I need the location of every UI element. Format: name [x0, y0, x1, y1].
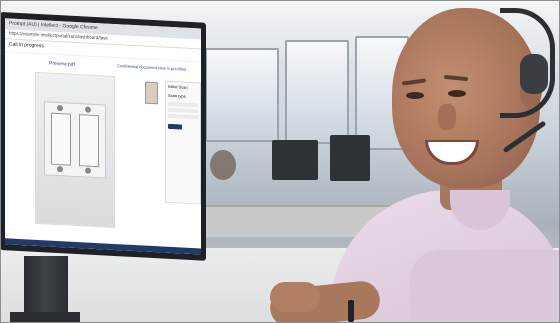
window [285, 40, 349, 144]
screw [57, 104, 63, 112]
monitor-screen: Prompt (AU) | Intellect - Google Chrome … [5, 18, 201, 255]
form-field[interactable] [168, 113, 198, 120]
side-panel-tab[interactable]: Scan type [166, 91, 200, 102]
monitor-stand [24, 256, 68, 318]
light-switch [51, 112, 71, 166]
background-monitor [272, 140, 318, 180]
monitor-stand-base [10, 312, 80, 323]
light-switch [79, 114, 99, 168]
wall-plate-photo [44, 101, 106, 179]
headset-ear-cup [520, 54, 548, 94]
eye [406, 92, 424, 99]
page-body: Preview.pdf Confidential document view i… [5, 52, 201, 232]
hand [270, 282, 320, 312]
bracelet [348, 300, 354, 322]
background-monitor [330, 135, 370, 181]
screw [85, 106, 91, 113]
monitor: Prompt (AU) | Intellect - Google Chrome … [0, 12, 206, 261]
form-field[interactable] [168, 107, 198, 114]
preview-title: Preview.pdf [49, 60, 75, 68]
background-person [210, 150, 236, 180]
shirt-sleeve [410, 250, 560, 323]
document-link[interactable]: Confidential document view is pre-filled [117, 63, 197, 72]
scene: Prompt (AU) | Intellect - Google Chrome … [0, 0, 560, 323]
screw [57, 165, 63, 173]
nose [438, 104, 456, 130]
side-panel: Initial Scan Scan type [165, 80, 201, 205]
thumbnail[interactable] [145, 81, 158, 105]
screw [85, 167, 91, 174]
eye [448, 90, 466, 97]
submit-button[interactable] [168, 123, 182, 130]
form-field[interactable] [168, 101, 198, 108]
document-preview[interactable] [35, 71, 115, 229]
window [205, 48, 279, 142]
